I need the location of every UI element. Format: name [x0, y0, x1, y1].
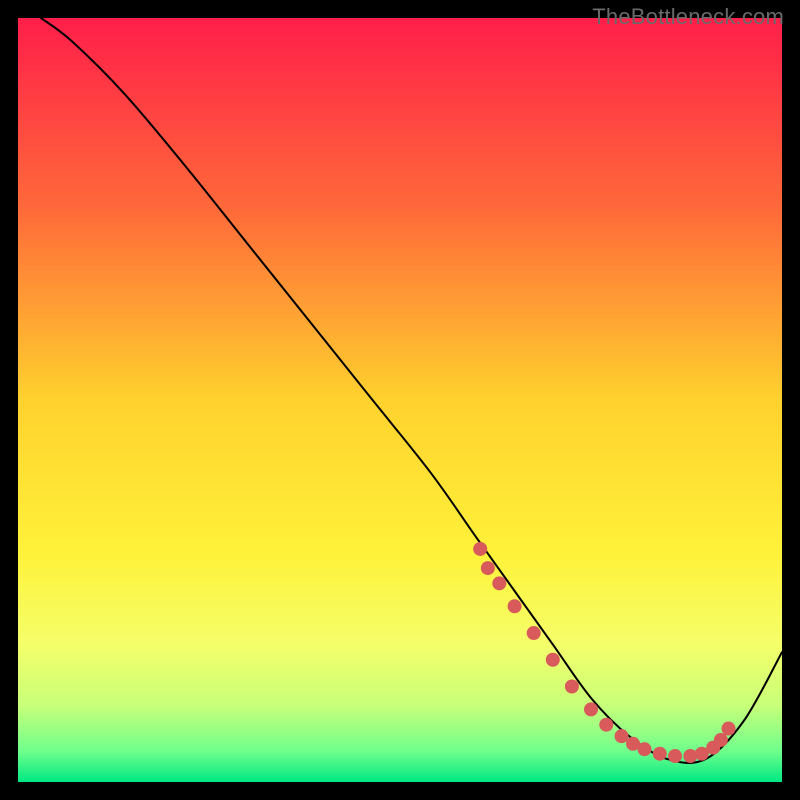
plot-area — [18, 18, 782, 782]
marker-point — [722, 722, 736, 736]
marker-point — [714, 733, 728, 747]
marker-point — [584, 702, 598, 716]
marker-point — [508, 599, 522, 613]
watermark-text: TheBottleneck.com — [592, 4, 784, 30]
marker-point — [481, 561, 495, 575]
chart-container: TheBottleneck.com — [0, 0, 800, 800]
curve-layer — [18, 18, 782, 782]
marker-point — [615, 729, 629, 743]
marker-point — [527, 626, 541, 640]
marker-point — [637, 742, 651, 756]
bottleneck-curve — [41, 18, 782, 763]
marker-point — [492, 576, 506, 590]
marker-point — [599, 718, 613, 732]
marker-point — [653, 747, 667, 761]
marker-point — [546, 653, 560, 667]
marker-point — [473, 542, 487, 556]
marker-point — [668, 749, 682, 763]
marker-point — [565, 680, 579, 694]
